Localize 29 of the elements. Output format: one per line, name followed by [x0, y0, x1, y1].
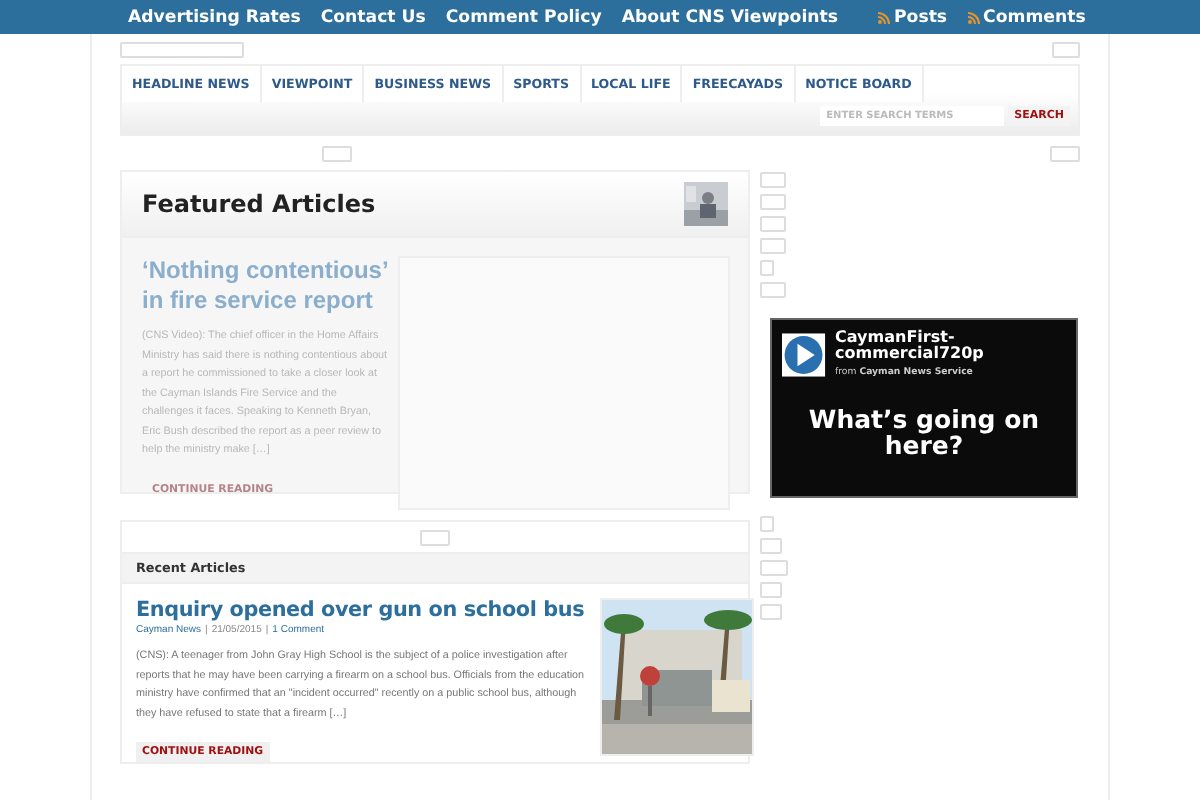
- play-icon[interactable]: [782, 330, 826, 380]
- image-placeholder: [760, 238, 786, 254]
- image-placeholder: [760, 216, 786, 232]
- image-placeholder: [760, 260, 774, 276]
- image-placeholder: [120, 42, 244, 58]
- image-placeholder: [760, 194, 786, 210]
- image-placeholder: [760, 172, 786, 188]
- image-placeholder: [760, 604, 782, 620]
- image-placeholder: [760, 538, 782, 554]
- image-placeholder: [760, 582, 782, 598]
- image-placeholder: [760, 282, 786, 298]
- rss-icon: [967, 11, 980, 23]
- section-heading: Featured Articles: [142, 190, 376, 218]
- feed-link[interactable]: Comments: [967, 7, 1086, 27]
- video-title[interactable]: CaymanFirst-commercial720p: [835, 330, 1066, 362]
- feed-link[interactable]: Posts: [878, 7, 948, 27]
- top-link[interactable]: About CNS Viewpoints: [621, 7, 838, 27]
- image-placeholder: [1049, 146, 1080, 162]
- video-caption: What’s going on here?: [806, 406, 1042, 458]
- image-placeholder: [1052, 42, 1080, 58]
- image-placeholder: [321, 146, 352, 162]
- top-link[interactable]: Contact Us: [320, 7, 426, 27]
- top-link[interactable]: Comment Policy: [445, 7, 602, 27]
- top-link[interactable]: Advertising Rates: [128, 7, 301, 27]
- image-placeholder: [760, 560, 788, 576]
- article-title[interactable]: Enquiry opened over gun on school bus: [136, 598, 585, 622]
- image-placeholder: [420, 530, 450, 546]
- rss-icon: [878, 11, 890, 23]
- image-placeholder: [760, 516, 774, 532]
